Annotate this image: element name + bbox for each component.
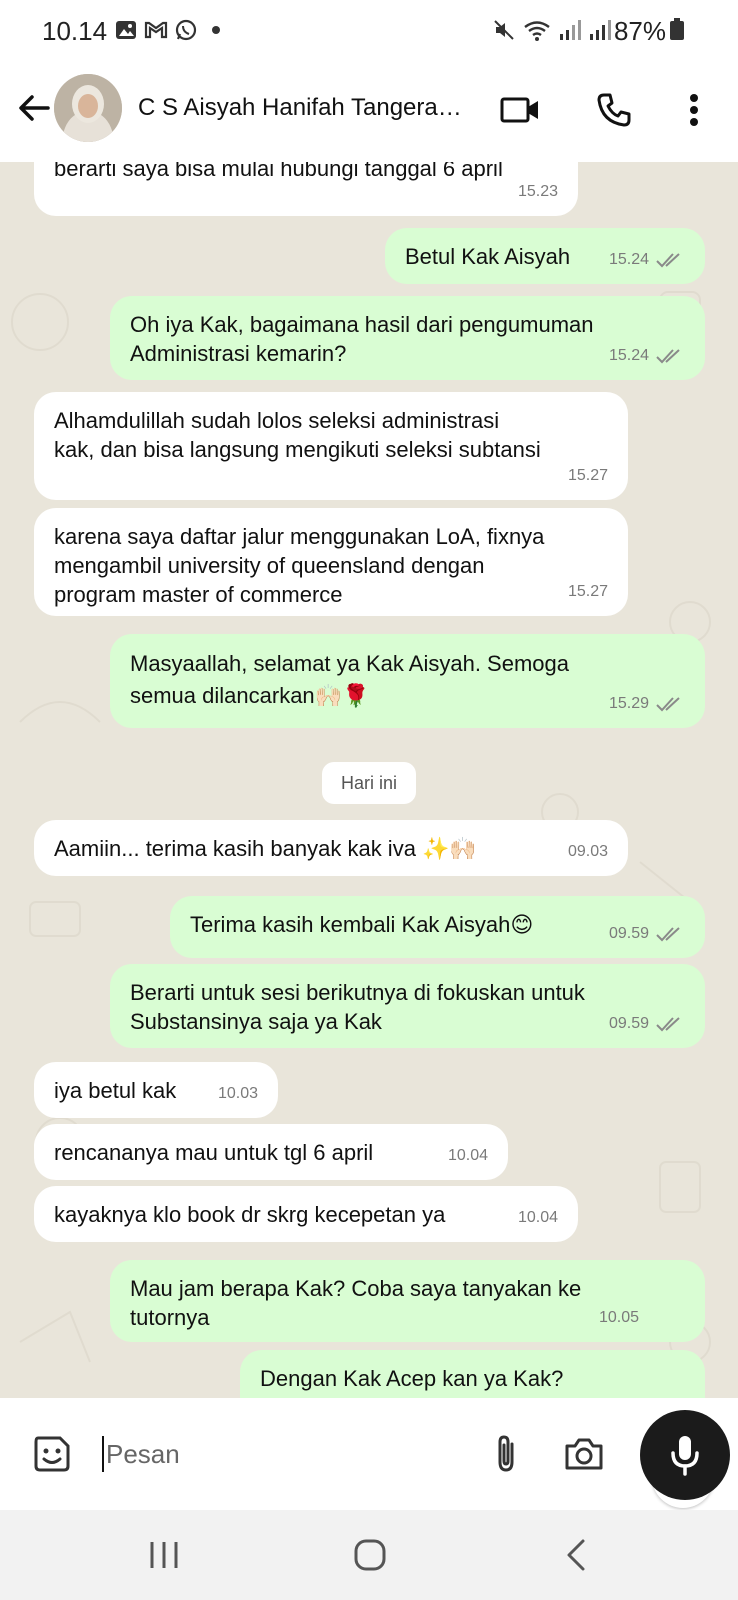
back-arrow-icon[interactable] — [14, 88, 54, 128]
message-bubble-incoming[interactable]: berarti saya bisa mulai hubungi tanggal … — [34, 162, 578, 216]
message-meta: 09.59 — [609, 1009, 685, 1038]
message-time: 10.03 — [217, 1085, 258, 1102]
read-ticks-icon — [656, 252, 680, 267]
camera-icon[interactable] — [562, 1432, 606, 1476]
read-ticks-icon — [656, 696, 680, 711]
message-bubble-outgoing[interactable]: Terima kasih kembali Kak Aisyah😊 09.59 — [170, 896, 705, 958]
message-text: Aamiin... terima kasih banyak kak iva ✨🙌… — [54, 836, 477, 861]
message-text: Alhamdulillah sudah lolos seleksi admini… — [54, 408, 541, 462]
message-text: Dengan Kak Acep kan ya Kak? — [260, 1366, 564, 1391]
avatar[interactable] — [54, 74, 122, 142]
message-text: Masyaallah, selamat ya Kak Aisyah. Semog… — [130, 651, 570, 708]
message-time: 15.24 — [608, 347, 649, 364]
status-system-icons — [492, 18, 612, 42]
message-composer — [10, 1410, 628, 1498]
message-time: 10.04 — [517, 1209, 558, 1226]
message-meta: 10.04 — [518, 1203, 558, 1232]
message-time: 15.27 — [567, 467, 608, 484]
mic-button[interactable] — [640, 1410, 730, 1500]
message-meta: 10.05 — [599, 1303, 639, 1332]
gallery-icon — [114, 18, 138, 42]
more-vert-icon[interactable] — [676, 90, 712, 130]
message-input[interactable] — [106, 1432, 466, 1476]
message-time: 10.04 — [447, 1147, 488, 1164]
message-meta: 10.03 — [218, 1079, 258, 1108]
read-ticks-icon — [656, 1016, 680, 1031]
recent-apps-icon[interactable] — [134, 1530, 194, 1580]
emoji-sticker-icon[interactable] — [30, 1432, 74, 1476]
message-bubble-incoming[interactable]: kayaknya klo book dr skrg kecepetan ya 1… — [34, 1186, 578, 1242]
message-meta: 15.29 — [609, 689, 685, 718]
message-text: berarti saya bisa mulai hubungi tanggal … — [54, 162, 503, 181]
message-meta: 09.59 — [609, 919, 685, 948]
chat-header: C S Aisyah Hanifah Tangera… — [0, 60, 738, 162]
message-time: 15.24 — [608, 251, 649, 268]
message-text: Oh iya Kak, bagaimana hasil dari pengumu… — [130, 312, 594, 366]
signal-icon — [558, 18, 582, 42]
message-bubble-incoming[interactable]: iya betul kak 10.03 — [34, 1062, 278, 1118]
message-time: 15.23 — [517, 183, 558, 200]
video-call-icon[interactable] — [500, 90, 540, 130]
chat-area[interactable]: berarti saya bisa mulai hubungi tanggal … — [0, 162, 738, 1398]
message-bubble-incoming[interactable]: karena saya daftar jalur menggunakan LoA… — [34, 508, 628, 616]
message-time: 09.03 — [567, 843, 608, 860]
message-meta: 09.03 — [568, 837, 608, 866]
message-time: 15.27 — [567, 583, 608, 600]
message-time: 09.59 — [608, 925, 649, 942]
back-icon[interactable] — [546, 1530, 606, 1580]
message-bubble-outgoing[interactable]: Mau jam berapa Kak? Coba saya tanyakan k… — [110, 1260, 705, 1342]
home-icon[interactable] — [340, 1530, 400, 1580]
status-time: 10.14 — [42, 16, 108, 46]
phone-icon[interactable] — [594, 90, 634, 130]
whatsapp-icon — [174, 18, 198, 42]
mic-icon — [671, 1436, 699, 1476]
message-text: rencananya mau untuk tgl 6 april — [54, 1140, 374, 1165]
message-meta: 15.24 — [609, 341, 685, 370]
mute-icon — [492, 18, 516, 42]
status-bar: 10.14 87% — [0, 0, 738, 60]
read-ticks-icon — [656, 348, 680, 363]
dot-icon — [204, 18, 228, 42]
message-bubble-outgoing[interactable]: Berarti untuk sesi berikutnya di fokuska… — [110, 964, 705, 1048]
signal-icon — [588, 18, 612, 42]
message-meta: 15.27 — [568, 577, 608, 606]
message-bubble-outgoing[interactable]: Oh iya Kak, bagaimana hasil dari pengumu… — [110, 296, 705, 380]
message-bubble-incoming[interactable]: Alhamdulillah sudah lolos seleksi admini… — [34, 392, 628, 500]
message-text: Berarti untuk sesi berikutnya di fokuska… — [130, 980, 585, 1034]
message-meta: 15.27 — [568, 461, 608, 490]
message-time: 15.29 — [608, 695, 649, 712]
system-nav-bar — [0, 1510, 738, 1600]
message-bubble-outgoing[interactable]: Masyaallah, selamat ya Kak Aisyah. Semog… — [110, 634, 705, 728]
message-bubble-incoming[interactable]: Aamiin... terima kasih banyak kak iva ✨🙌… — [34, 820, 628, 876]
battery-percent: 87% — [614, 16, 684, 47]
wifi-icon — [522, 18, 552, 42]
text-cursor — [102, 1436, 104, 1472]
message-meta: 15.23 — [518, 177, 558, 206]
message-meta: 10.04 — [448, 1141, 488, 1170]
contact-name[interactable]: C S Aisyah Hanifah Tangera… — [138, 94, 462, 122]
message-text: karena saya daftar jalur menggunakan LoA… — [54, 524, 545, 607]
message-meta: 15.24 — [609, 245, 685, 274]
message-bubble-outgoing[interactable]: Betul Kak Aisyah 15.24 — [385, 228, 705, 284]
date-separator: Hari ini — [322, 762, 416, 804]
message-text: kayaknya klo book dr skrg kecepetan ya — [54, 1202, 446, 1227]
message-bubble-outgoing[interactable]: Dengan Kak Acep kan ya Kak? — [240, 1350, 705, 1398]
message-time: 10.05 — [598, 1309, 639, 1326]
message-time: 09.59 — [608, 1015, 649, 1032]
battery-icon — [670, 16, 684, 47]
gmail-icon — [144, 18, 168, 42]
battery-text: 87% — [613, 16, 666, 46]
read-ticks-icon — [656, 926, 680, 941]
message-bubble-incoming[interactable]: rencananya mau untuk tgl 6 april 10.04 — [34, 1124, 508, 1180]
status-notification-icons — [114, 18, 228, 42]
attach-icon[interactable] — [484, 1432, 528, 1476]
